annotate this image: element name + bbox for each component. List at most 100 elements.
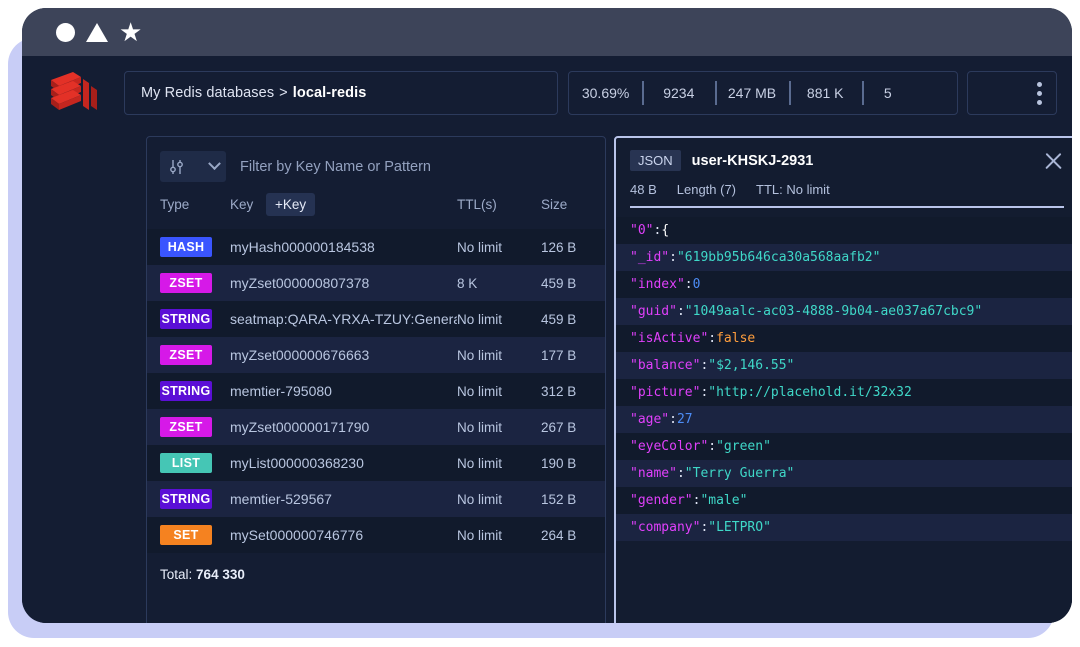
key-name-cell[interactable]: mySet000000746776 — [230, 527, 457, 543]
key-ttl-cell: No limit — [457, 492, 541, 507]
key-name-cell[interactable]: myZset000000171790 — [230, 419, 457, 435]
json-value: "LETPRO" — [708, 520, 771, 535]
window-titlebar: ★ — [22, 8, 1072, 56]
key-type-cell: ZSET — [160, 273, 230, 293]
json-value: "green" — [716, 439, 771, 454]
filter-input[interactable]: Filter by Key Name or Pattern — [240, 159, 431, 175]
json-value: false — [716, 331, 755, 346]
table-row[interactable]: STRINGmemtier-529567No limit152 B — [147, 481, 605, 517]
json-value: "Terry Guerra" — [685, 466, 795, 481]
status-badge: STRING — [160, 489, 212, 509]
table-row[interactable]: SETmySet000000746776No limit264 B — [147, 517, 605, 553]
json-separator: : — [669, 412, 677, 427]
key-list-column-headers: Type Key +Key TTL(s) Size — [147, 182, 605, 229]
json-key: "name" — [630, 466, 677, 481]
filter-row: Filter by Key Name or Pattern — [147, 137, 605, 182]
key-detail-meta: 48 B Length (7) TTL: No limit — [630, 182, 1064, 197]
column-header-type: Type — [160, 197, 230, 212]
json-value: "619bb95b646ca30a568aafb2" — [677, 250, 881, 265]
json-separator: : — [693, 493, 701, 508]
json-separator: : — [708, 439, 716, 454]
app-window: ★ — [22, 8, 1072, 623]
table-row[interactable]: ZSETmyZset000000676663No limit177 B — [147, 337, 605, 373]
key-size-cell: 459 B — [541, 276, 605, 291]
json-row[interactable]: "0" : { — [616, 217, 1072, 244]
detail-size: 48 B — [630, 182, 657, 197]
json-row[interactable]: "name": "Terry Guerra" — [616, 460, 1072, 487]
json-row[interactable]: "guid": "1049aalc-ac03-4888-9b04-ae037a6… — [616, 298, 1072, 325]
key-ttl-cell: No limit — [457, 312, 541, 327]
key-size-cell: 312 B — [541, 384, 605, 399]
key-name-cell[interactable]: memtier-529567 — [230, 491, 457, 507]
key-type-cell: HASH — [160, 237, 230, 257]
table-row[interactable]: STRINGmemtier-795080No limit312 B — [147, 373, 605, 409]
json-key: "_id" — [630, 250, 669, 265]
database-stats-bar: 30.69% 9234 247 MB 881 K 5 — [568, 71, 958, 115]
key-type-filter-select[interactable] — [160, 151, 226, 182]
status-badge: ZSET — [160, 417, 212, 437]
json-key: "guid" — [630, 304, 677, 319]
key-ttl-cell: No limit — [457, 420, 541, 435]
key-type-cell: LIST — [160, 453, 230, 473]
add-key-button[interactable]: +Key — [266, 193, 315, 216]
key-type-cell: STRING — [160, 489, 230, 509]
redis-logo — [22, 68, 124, 118]
format-tag[interactable]: JSON — [630, 150, 681, 171]
key-name-cell[interactable]: myList000000368230 — [230, 455, 457, 471]
table-row[interactable]: LISTmyList000000368230No limit190 B — [147, 445, 605, 481]
sliders-filter-icon — [169, 159, 184, 175]
key-size-cell: 177 B — [541, 348, 605, 363]
json-row[interactable]: "eyeColor": "green" — [616, 433, 1072, 460]
key-ttl-cell: No limit — [457, 456, 541, 471]
detail-key-name: user-KHSKJ-2931 — [692, 153, 814, 169]
key-name-cell[interactable]: memtier-795080 — [230, 383, 457, 399]
key-name-cell[interactable]: myHash000000184538 — [230, 239, 457, 255]
column-header-size: Size — [541, 197, 605, 212]
json-separator: : — [700, 385, 708, 400]
table-row[interactable]: HASHmyHash000000184538No limit126 B — [147, 229, 605, 265]
json-key: "age" — [630, 412, 669, 427]
total-value: 764 330 — [196, 567, 245, 582]
key-list-panel: Filter by Key Name or Pattern Type Key +… — [146, 136, 606, 623]
status-badge: STRING — [160, 309, 212, 329]
table-row[interactable]: ZSETmyZset0000008073788 K459 B — [147, 265, 605, 301]
json-key: "balance" — [630, 358, 700, 373]
column-header-key: Key — [230, 197, 266, 212]
overflow-menu-button[interactable] — [967, 71, 1057, 115]
json-value: "http://placehold.it/32x32 — [708, 385, 912, 400]
key-name-cell[interactable]: myZset000000807378 — [230, 275, 457, 291]
json-row[interactable]: "company": "LETPRO" — [616, 514, 1072, 541]
table-row[interactable]: ZSETmyZset000000171790No limit267 B — [147, 409, 605, 445]
json-key: "index" — [630, 277, 685, 292]
json-separator: : — [685, 277, 693, 292]
json-key: "eyeColor" — [630, 439, 708, 454]
stat-keys-count: 881 K — [789, 85, 862, 101]
json-key: "gender" — [630, 493, 693, 508]
json-row[interactable]: "balance": "$2,146.55" — [616, 352, 1072, 379]
key-list-rows: HASHmyHash000000184538No limit126 BZSETm… — [147, 229, 605, 553]
key-name-cell[interactable]: seatmap:QARA-YRXA-TZUY:General:UF — [230, 311, 457, 327]
key-type-cell: ZSET — [160, 345, 230, 365]
json-row[interactable]: "_id": "619bb95b646ca30a568aafb2" — [616, 244, 1072, 271]
json-key: "company" — [630, 520, 700, 535]
json-separator: : — [700, 520, 708, 535]
key-name-cell[interactable]: myZset000000676663 — [230, 347, 457, 363]
breadcrumb-root[interactable]: My Redis databases — [141, 85, 274, 101]
key-ttl-cell: No limit — [457, 348, 541, 363]
json-row[interactable]: "isActive": false — [616, 325, 1072, 352]
json-row[interactable]: "index": 0 — [616, 271, 1072, 298]
close-icon[interactable] — [1042, 150, 1064, 172]
json-key: "picture" — [630, 385, 700, 400]
json-value: "$2,146.55" — [708, 358, 794, 373]
json-row[interactable]: "age": 27 — [616, 406, 1072, 433]
json-value: "male" — [700, 493, 747, 508]
key-type-cell: STRING — [160, 381, 230, 401]
total-label: Total: — [160, 567, 192, 582]
key-total-footer: Total: 764 330 — [147, 553, 605, 595]
table-row[interactable]: STRING seatmap:QARA-YRXA-TZUY:General:UFN… — [147, 301, 605, 337]
key-ttl-cell: No limit — [457, 240, 541, 255]
breadcrumb[interactable]: My Redis databases > local-redis — [124, 71, 558, 115]
detail-ttl: TTL: No limit — [756, 182, 830, 197]
json-row[interactable]: "picture": "http://placehold.it/32x32 — [616, 379, 1072, 406]
json-row[interactable]: "gender": "male" — [616, 487, 1072, 514]
